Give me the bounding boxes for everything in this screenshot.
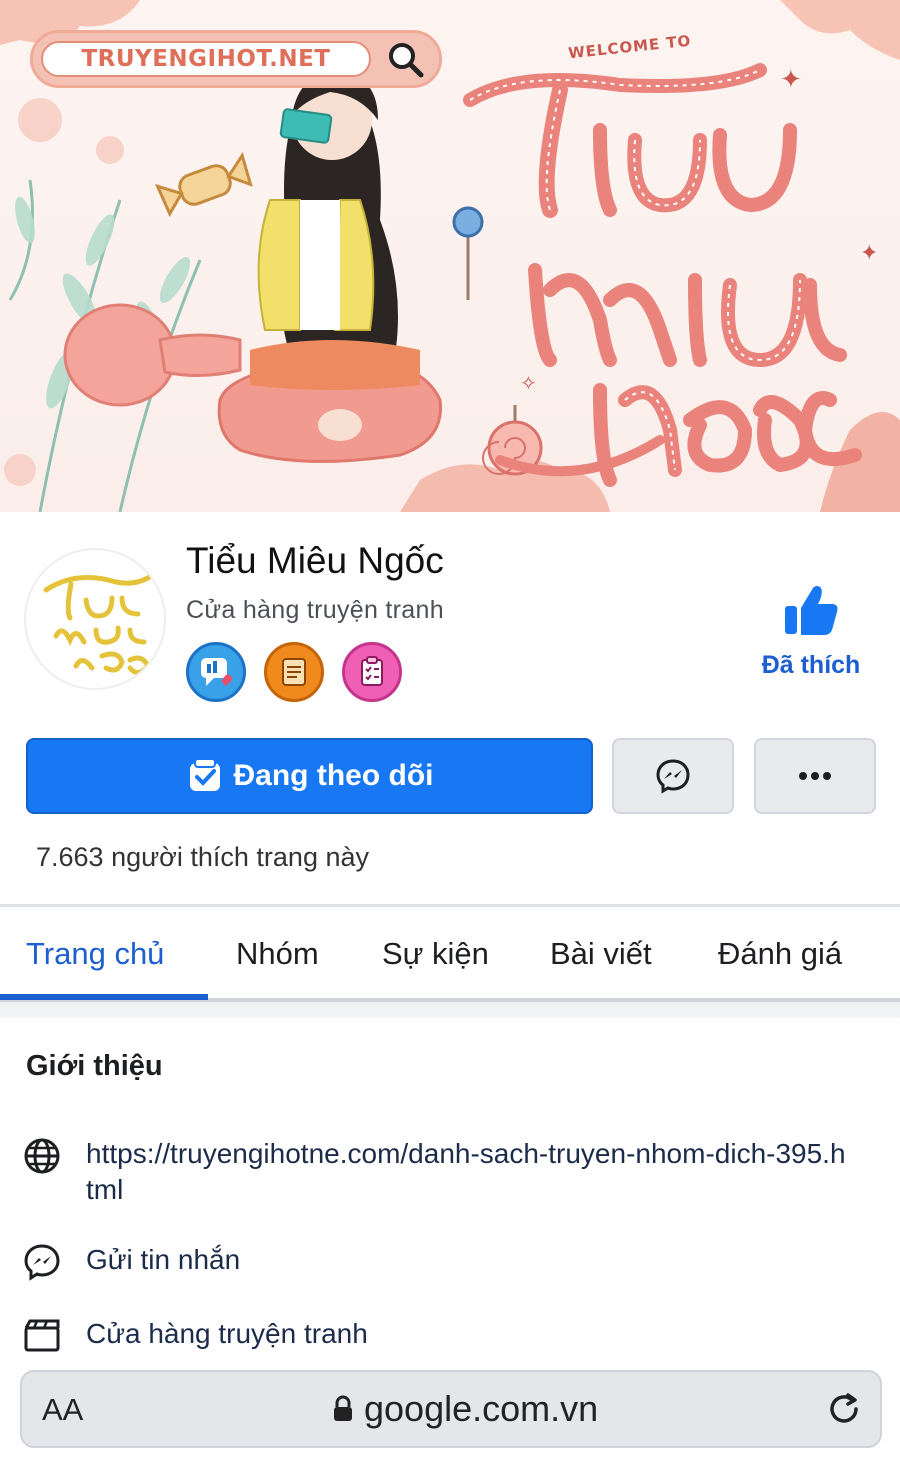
section-divider xyxy=(0,904,900,907)
tab-reviews[interactable]: Đánh giá xyxy=(718,936,842,972)
svg-text:✦: ✦ xyxy=(780,65,802,95)
badge-row xyxy=(186,642,402,702)
intro-website-row[interactable]: https://truyengihotne.com/danh-sach-truy… xyxy=(22,1136,846,1208)
tab-bar-baseline xyxy=(0,998,900,1018)
intro-category-row: Cửa hàng truyện tranh xyxy=(22,1316,368,1356)
website-link[interactable]: https://truyengihotne.com/danh-sach-truy… xyxy=(86,1136,846,1208)
lock-icon xyxy=(334,1395,352,1421)
messenger-icon xyxy=(24,1244,60,1281)
browser-address-bar[interactable]: AA google.com.vn xyxy=(20,1370,882,1448)
category-text: Cửa hàng truyện tranh xyxy=(86,1318,368,1349)
more-options-button[interactable] xyxy=(754,738,876,814)
globe-icon xyxy=(24,1138,60,1174)
page-avatar[interactable] xyxy=(24,548,166,690)
likes-count: 7.663 người thích trang này xyxy=(36,842,369,872)
following-button[interactable]: Đang theo dõi xyxy=(26,738,593,814)
text-size-button[interactable]: AA xyxy=(42,1392,83,1428)
tab-home[interactable]: Trang chủ xyxy=(26,936,164,972)
intro-heading: Giới thiệu xyxy=(26,1050,163,1082)
page-tabs: Trang chủ Nhóm Sự kiện Bài viết Đánh giá xyxy=(0,918,900,1000)
url-text: google.com.vn xyxy=(364,1388,599,1429)
cover-photo[interactable]: TRUYENGIHOT.NET WELCOME TO ✦ ✦ ✧ xyxy=(0,0,900,512)
page-title: Tiểu Miêu Ngốc xyxy=(186,540,444,581)
follow-check-icon xyxy=(189,758,220,791)
ellipsis-icon xyxy=(799,772,831,780)
messenger-button[interactable] xyxy=(612,738,734,814)
liked-button[interactable]: Đã thích xyxy=(752,582,870,680)
clapperboard-icon xyxy=(24,1319,60,1352)
reload-icon[interactable] xyxy=(824,1389,864,1429)
svg-text:✦: ✦ xyxy=(860,241,878,266)
tab-posts[interactable]: Bài viết xyxy=(550,936,652,972)
thumbs-up-icon xyxy=(785,586,838,635)
page-category: Cửa hàng truyện tranh xyxy=(186,596,444,624)
checklist-badge-icon[interactable] xyxy=(342,642,402,702)
following-label: Đang theo dõi xyxy=(233,759,434,792)
clipboard-badge-icon[interactable] xyxy=(264,642,324,702)
svg-text:✧: ✧ xyxy=(520,371,537,395)
tab-events[interactable]: Sự kiện xyxy=(382,936,489,972)
tab-groups[interactable]: Nhóm xyxy=(236,936,319,972)
url-display[interactable]: google.com.vn xyxy=(332,1388,598,1430)
watermark-banner: TRUYENGIHOT.NET xyxy=(30,30,442,88)
chat-badge-icon[interactable] xyxy=(186,642,246,702)
cover-script-logo: ✦ ✦ ✧ xyxy=(463,63,878,487)
watermark-text: TRUYENGIHOT.NET xyxy=(41,41,371,77)
avatar-logo xyxy=(43,573,154,675)
send-message-link[interactable]: Gửi tin nhắn xyxy=(86,1242,240,1278)
search-icon xyxy=(389,43,424,78)
messenger-icon xyxy=(656,759,690,794)
intro-message-row[interactable]: Gửi tin nhắn xyxy=(22,1242,240,1282)
active-tab-indicator xyxy=(0,994,208,1000)
liked-label: Đã thích xyxy=(761,651,861,679)
